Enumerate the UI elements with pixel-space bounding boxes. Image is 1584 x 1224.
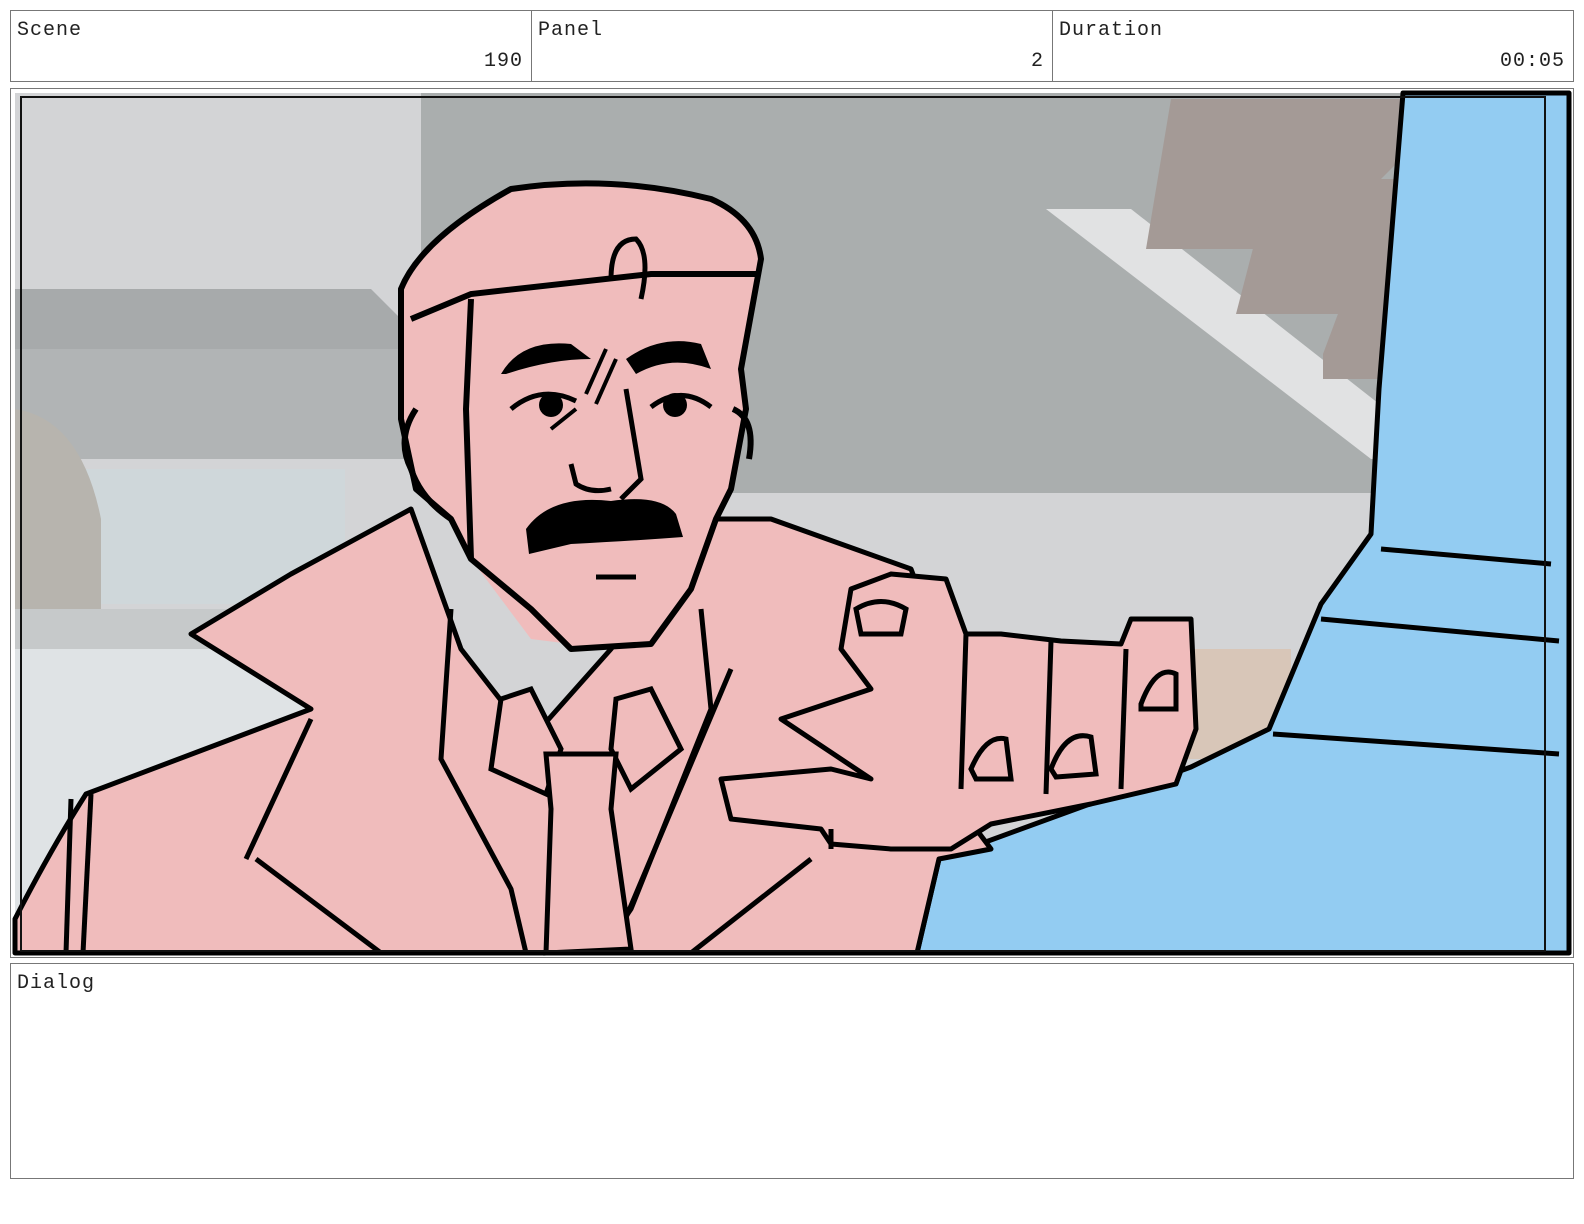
panel-cell: Panel 2 bbox=[532, 11, 1053, 81]
ceiling-beam bbox=[15, 289, 431, 349]
duration-label: Duration bbox=[1059, 19, 1164, 42]
panel-header: Scene 190 Panel 2 Duration 00:05 bbox=[10, 10, 1574, 82]
eye-left bbox=[539, 393, 563, 417]
ceiling-soffit bbox=[15, 349, 415, 459]
panel-label: Panel bbox=[538, 19, 604, 42]
duration-value: 00:05 bbox=[1499, 50, 1565, 73]
dialog-label: Dialog bbox=[17, 972, 96, 995]
duration-cell: Duration 00:05 bbox=[1053, 11, 1573, 81]
scene-number: 190 bbox=[483, 50, 523, 73]
eye-right bbox=[663, 393, 687, 417]
scene-label: Scene bbox=[17, 19, 83, 42]
storyboard-panel bbox=[10, 88, 1574, 958]
storyboard-drawing-icon bbox=[12, 90, 1572, 956]
panel-number: 2 bbox=[1030, 50, 1044, 73]
scene-cell: Scene 190 bbox=[11, 11, 532, 81]
dialog-box[interactable]: Dialog bbox=[10, 963, 1574, 1179]
